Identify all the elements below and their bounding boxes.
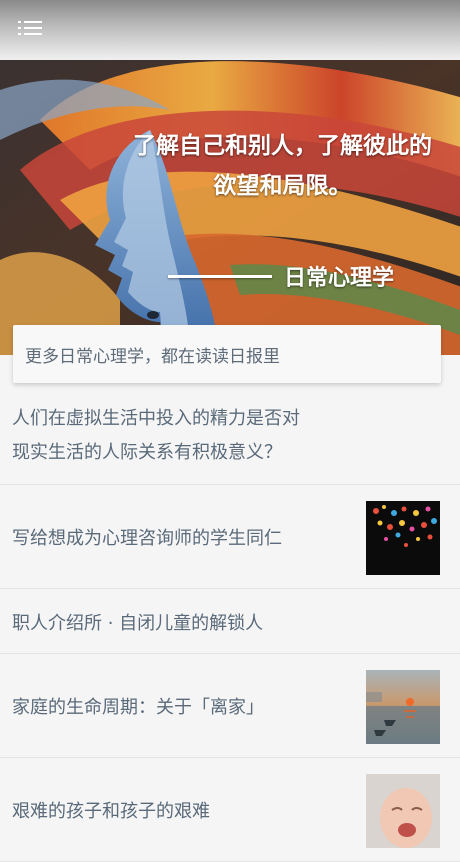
signature-text: 日常心理学 [284,266,395,291]
article-title: 家庭的生命周期：关于「离家」 [12,697,264,718]
article-item[interactable]: 写给想成为心理咨询师的学生同仁 [0,485,460,589]
hero-banner: 了解自己和别人，了解彼此的 欲望和局限。 日常心理学 [0,60,460,355]
article-item[interactable]: 家庭的生命周期：关于「离家」 [0,654,460,758]
crying-baby-thumbnail [366,774,440,848]
article-title-line2: 现实生活的人际关系有积极意义？ [12,442,282,463]
article-title: 艰难的孩子和孩子的艰难 [12,801,210,822]
signature-dash [168,274,272,278]
article-title: 人们在虚拟生活中投入的精力是否对 现实生活的人际关系有积极意义？ [12,402,300,470]
top-bar [0,0,460,60]
hero-quote: 了解自己和别人，了解彼此的 欲望和局限。 [110,126,455,206]
article-item[interactable]: 职人介绍所 · 自闭儿童的解锁人 [0,589,460,654]
abstract-face-artwork [0,60,460,355]
fireworks-thumbnail [366,501,440,575]
hero-quote-line2: 欲望和局限。 [213,173,352,199]
article-item[interactable]: 人们在虚拟生活中投入的精力是否对 现实生活的人际关系有积极意义？ [0,388,460,485]
article-title-line1: 人们在虚拟生活中投入的精力是否对 [12,408,300,429]
promo-card[interactable]: 更多日常心理学，都在读读日报里 [13,325,441,383]
list-menu-icon[interactable] [18,20,44,40]
promo-label: 更多日常心理学，都在读读日报里 [25,346,280,367]
article-item[interactable]: 艰难的孩子和孩子的艰难 [0,758,460,862]
hero-quote-line1: 了解自己和别人，了解彼此的 [133,133,432,159]
sunrise-painting-thumbnail [366,670,440,744]
hero-signature: 日常心理学 [168,260,394,292]
article-title: 写给想成为心理咨询师的学生同仁 [12,528,282,549]
article-title: 职人介绍所 · 自闭儿童的解锁人 [12,613,264,634]
